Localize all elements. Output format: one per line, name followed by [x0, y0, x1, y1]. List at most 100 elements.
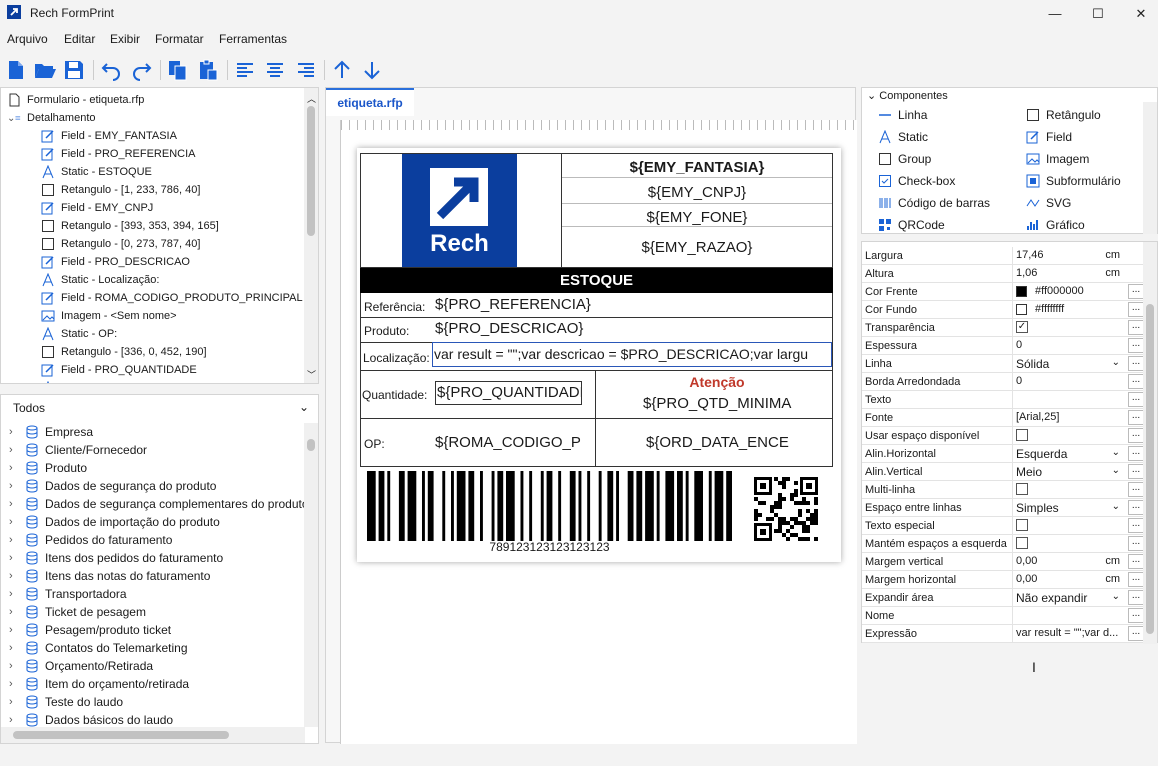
property-value[interactable]: Sólida ⌄ [1012, 355, 1124, 372]
label-sheet[interactable]: Rech ${EMY_FANTASIA} ${EMY_CNPJ} ${EMY_F… [357, 148, 841, 562]
move-down-icon[interactable] [360, 58, 384, 82]
chevron-down-icon[interactable]: ⌄ [1112, 501, 1120, 512]
tree-root-row[interactable]: Formulario - etiqueta.rfp [7, 91, 144, 109]
property-value[interactable]: 17,46 cm [1012, 247, 1124, 264]
property-value[interactable]: 0 [1012, 337, 1124, 354]
chevron-right-icon[interactable]: › [9, 480, 21, 492]
align-left-icon[interactable] [233, 58, 257, 82]
field-emy-cnpj[interactable]: ${EMY_CNPJ} [561, 184, 833, 201]
tree-item-row[interactable]: Static - Atenção [41, 379, 138, 383]
ellipsis-button[interactable]: ... [1128, 374, 1144, 389]
static-atencao[interactable]: Atenção [611, 374, 823, 390]
property-value[interactable] [1012, 607, 1124, 624]
tree-item-row[interactable]: Retangulo - [0, 273, 787, 40] [41, 235, 200, 253]
chevron-right-icon[interactable]: › [9, 498, 21, 510]
static-estoque[interactable]: ESTOQUE [360, 268, 833, 293]
color-swatch[interactable] [1016, 303, 1027, 315]
design-canvas[interactable]: Rech ${EMY_FANTASIA} ${EMY_CNPJ} ${EMY_F… [340, 120, 858, 744]
checkbox[interactable] [1016, 483, 1028, 496]
undo-icon[interactable] [99, 58, 123, 82]
field-pro-quantidade[interactable]: ${PRO_QUANTIDADI [437, 384, 581, 401]
tree-item-row[interactable]: Retangulo - [336, 0, 452, 190] [41, 343, 207, 361]
tree-item-row[interactable]: Retangulo - [1, 233, 786, 40] [41, 181, 200, 199]
chevron-right-icon[interactable]: › [9, 642, 21, 654]
ellipsis-button[interactable]: ... [1128, 590, 1144, 605]
field-emy-razao[interactable]: ${EMY_RAZAO} [561, 239, 833, 256]
property-value[interactable] [1012, 535, 1124, 552]
chevron-right-icon[interactable]: › [9, 660, 21, 672]
tree-item-row[interactable]: Static - Localização: [41, 271, 159, 289]
chevron-right-icon[interactable]: › [9, 588, 21, 600]
tree-item-row[interactable]: Field - PRO_REFERENCIA [41, 145, 195, 163]
datasource-item[interactable]: › Dados de segurança complementares do pr… [9, 495, 309, 513]
datasource-item[interactable]: › Dados de importação do produto [9, 513, 220, 531]
ellipsis-button[interactable]: ... [1128, 482, 1144, 497]
chevron-right-icon[interactable]: › [9, 606, 21, 618]
static-produto[interactable]: Produto: [364, 324, 409, 338]
chevron-right-icon[interactable]: › [9, 444, 21, 456]
property-value[interactable]: ✓ [1012, 319, 1124, 336]
checkbox[interactable]: ✓ [1016, 321, 1028, 334]
chevron-down-icon[interactable]: ⌄ [1112, 447, 1120, 458]
component-svg[interactable]: SVG [1026, 196, 1071, 210]
ellipsis-button[interactable]: ... [1128, 518, 1144, 533]
component-group[interactable]: Group [878, 152, 931, 166]
ellipsis-button[interactable]: ... [1128, 536, 1144, 551]
datasource-item[interactable]: › Cliente/Fornecedor [9, 441, 147, 459]
copy-icon[interactable] [166, 58, 190, 82]
tree-item-row[interactable]: Field - PRO_QUANTIDADE [41, 361, 197, 379]
static-localizacao[interactable]: Localização: [363, 351, 430, 365]
component-checkbox[interactable]: Check-box [878, 174, 955, 188]
datasource-item[interactable]: › Dados de segurança do produto [9, 477, 216, 495]
datasource-item[interactable]: › Contatos do Telemarketing [9, 639, 188, 657]
tree-item-row[interactable]: Field - EMY_CNPJ [41, 199, 153, 217]
datasource-scrollbar[interactable] [304, 423, 318, 727]
ellipsis-button[interactable]: ... [1128, 446, 1144, 461]
datasource-item[interactable]: › Pesagem/produto ticket [9, 621, 171, 639]
property-value[interactable]: Meio ⌄ [1012, 463, 1124, 480]
datasource-item[interactable]: › Empresa [9, 423, 93, 441]
ellipsis-button[interactable]: ... [1128, 626, 1144, 641]
menu-editar[interactable]: Editar [64, 32, 95, 46]
tree-item-row[interactable]: Imagem - <Sem nome> [41, 307, 177, 325]
datasource-item[interactable]: › Orçamento/Retirada [9, 657, 153, 675]
chevron-right-icon[interactable]: › [9, 426, 21, 438]
open-folder-icon[interactable] [33, 58, 57, 82]
chevron-right-icon[interactable]: › [9, 462, 21, 474]
datasource-item[interactable]: › Transportadora [9, 585, 127, 603]
property-value[interactable]: Não expandir ⌄ [1012, 589, 1124, 606]
checkbox[interactable] [1016, 537, 1028, 550]
ellipsis-button[interactable]: ... [1128, 428, 1144, 443]
tree-scroll-thumb[interactable] [307, 106, 315, 236]
property-value[interactable]: 1,06 cm [1012, 265, 1124, 282]
component-qrcode[interactable]: QRCode [878, 218, 945, 232]
chevron-right-icon[interactable]: › [9, 534, 21, 546]
property-value[interactable] [1012, 427, 1124, 444]
tree-scrollbar[interactable]: ︿ ﹀ [304, 88, 318, 383]
components-scrollbar[interactable] [1143, 102, 1157, 234]
align-center-icon[interactable] [263, 58, 287, 82]
field-emy-fantasia[interactable]: ${EMY_FANTASIA} [561, 159, 833, 176]
ellipsis-button[interactable]: ... [1128, 320, 1144, 335]
redo-icon[interactable] [130, 58, 154, 82]
move-up-icon[interactable] [330, 58, 354, 82]
field-roma-codigo[interactable]: ${ROMA_CODIGO_P [435, 434, 581, 451]
datasource-filter[interactable]: Todos [13, 401, 45, 415]
component-barcode[interactable]: Código de barras [878, 196, 990, 210]
color-swatch[interactable] [1016, 285, 1027, 297]
new-file-icon[interactable] [4, 58, 28, 82]
chevron-right-icon[interactable]: › [9, 570, 21, 582]
field-pro-referencia[interactable]: ${PRO_REFERENCIA} [435, 296, 591, 313]
property-value[interactable] [1012, 481, 1124, 498]
property-value[interactable] [1012, 391, 1124, 408]
property-value[interactable]: [Arial,25] [1012, 409, 1124, 426]
ellipsis-button[interactable]: ... [1128, 392, 1144, 407]
property-value[interactable]: #ff000000 [1012, 283, 1124, 300]
component-static[interactable]: Static [878, 130, 928, 144]
chevron-down-icon[interactable]: ⌄ [1112, 591, 1120, 602]
datasource-hscrollbar[interactable] [1, 727, 305, 743]
field-ord-data-ence[interactable]: ${ORD_DATA_ENCE [646, 434, 789, 451]
company-logo[interactable]: Rech [402, 154, 517, 267]
chevron-right-icon[interactable]: › [9, 624, 21, 636]
chevron-down-icon[interactable]: ⌄ [1112, 465, 1120, 476]
